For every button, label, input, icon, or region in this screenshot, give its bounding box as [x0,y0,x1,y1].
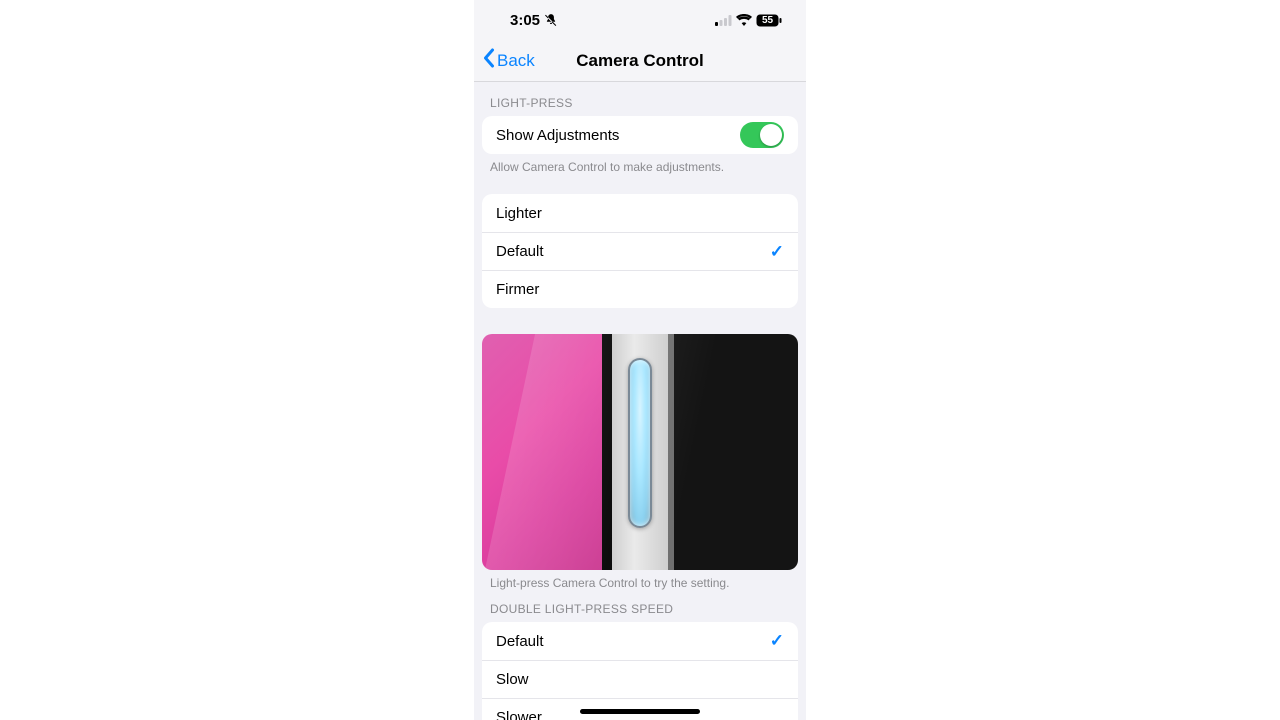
page-title: Camera Control [474,51,806,71]
section-header-light-press: LIGHT-PRESS [474,82,806,114]
row-lighter[interactable]: Lighter ✓ [482,194,798,232]
show-adjustments-label: Show Adjustments [496,127,619,144]
cellular-signal-icon [715,15,732,26]
option-label: Lighter [496,205,542,222]
option-label: Default [496,633,544,650]
status-left: 3:05 [510,12,558,29]
option-label: Default [496,243,544,260]
row-speed-default[interactable]: Default ✓ [482,622,798,660]
checkmark-icon: ✓ [770,631,784,651]
footer-preview: Light-press Camera Control to try the se… [474,570,806,590]
row-show-adjustments[interactable]: Show Adjustments [482,116,798,154]
camera-control-preview [482,334,798,570]
checkmark-icon: ✓ [770,242,784,262]
status-right: 55 [715,14,782,27]
status-time: 3:05 [510,12,540,29]
option-label: Slow [496,671,529,688]
bell-slash-icon [544,13,558,27]
row-speed-slow[interactable]: Slow ✓ [482,660,798,698]
row-firmer[interactable]: Firmer ✓ [482,270,798,308]
option-label: Slower [496,709,542,720]
row-default[interactable]: Default ✓ [482,232,798,270]
group-show-adjustments: Show Adjustments [482,116,798,154]
group-double-press-speed: Default ✓ Slow ✓ Slower ✓ [482,622,798,720]
battery-icon: 55 [756,14,782,27]
nav-bar: Back Camera Control [474,40,806,82]
content-scroll[interactable]: LIGHT-PRESS Show Adjustments Allow Camer… [474,82,806,720]
option-label: Firmer [496,281,539,298]
phone-frame: 3:05 55 Back Camera Control [474,0,806,720]
camera-control-button-graphic [628,358,652,528]
battery-percent: 55 [756,15,779,26]
wifi-icon [736,14,752,26]
footer-show-adjustments: Allow Camera Control to make adjustments… [474,154,806,174]
section-header-double-press: DOUBLE LIGHT-PRESS SPEED [474,590,806,620]
status-bar: 3:05 55 [474,0,806,40]
home-indicator[interactable] [580,709,700,714]
group-press-strength: Lighter ✓ Default ✓ Firmer ✓ [482,194,798,308]
show-adjustments-toggle[interactable] [740,122,784,148]
